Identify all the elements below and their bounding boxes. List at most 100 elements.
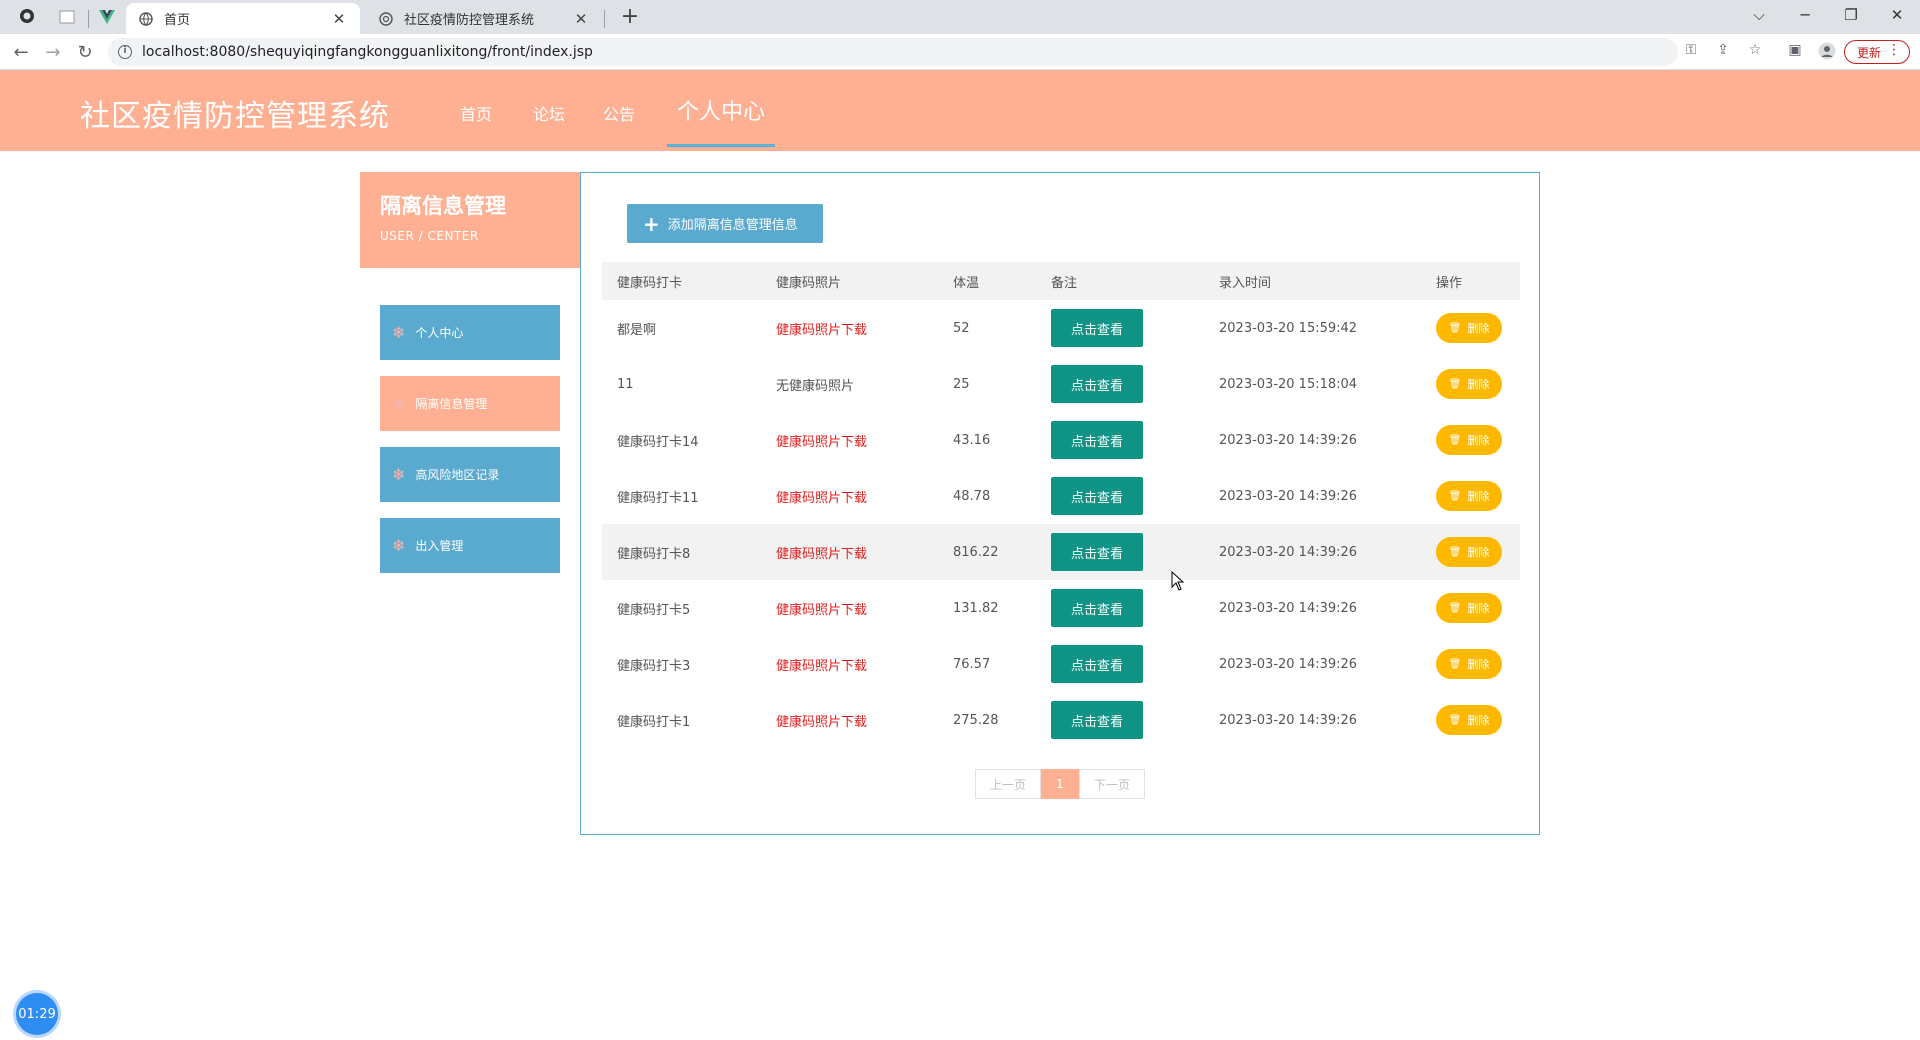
- action-cell: 🗑 删除: [1421, 468, 1520, 524]
- reload-icon[interactable]: ↻: [72, 40, 98, 66]
- delete-label: 删除: [1467, 658, 1490, 671]
- health-checkin-cell: 健康码打卡3: [617, 658, 691, 674]
- tab-home[interactable]: 首页 ✕: [126, 3, 360, 34]
- side-panel-icon[interactable]: ▣: [1784, 42, 1806, 62]
- trash-icon: 🗑: [1448, 602, 1462, 614]
- isolation-table: 健康码打卡 健康码照片 体温 备注 录入时间 操作 都是啊 健康码照片下载 52 点击…: [602, 262, 1520, 748]
- action-cell: 🗑 删除: [1421, 636, 1520, 692]
- view-button[interactable]: 点击查看: [1051, 477, 1143, 515]
- health-checkin-cell: 11: [617, 376, 634, 392]
- trash-icon: 🗑: [1448, 658, 1462, 670]
- action-cell: 🗑 删除: [1421, 412, 1520, 468]
- delete-button[interactable]: 🗑 删除: [1436, 705, 1502, 735]
- sidebar-item-access[interactable]: ❄ 出入管理: [380, 518, 560, 573]
- photo-download-link[interactable]: 健康码照片下载: [761, 300, 938, 356]
- delete-button[interactable]: 🗑 删除: [1436, 425, 1502, 455]
- pinned-tab-vue[interactable]: [90, 5, 124, 31]
- column-header: 体温: [953, 275, 980, 291]
- photo-download-link[interactable]: 健康码照片下载: [761, 412, 938, 468]
- health-checkin-cell: 都是啊: [617, 322, 657, 338]
- view-button[interactable]: 点击查看: [1051, 701, 1143, 739]
- trash-icon: 🗑: [1448, 378, 1462, 390]
- view-button[interactable]: 点击查看: [1051, 533, 1143, 571]
- delete-button[interactable]: 🗑 删除: [1436, 593, 1502, 623]
- vue-icon: [99, 9, 115, 28]
- nav-forum[interactable]: 论坛: [533, 101, 565, 125]
- snowflake-icon: ❄: [392, 323, 406, 342]
- sidebar-heading: 隔离信息管理: [380, 194, 506, 218]
- add-isolation-button[interactable]: + 添加隔离信息管理信息: [627, 204, 823, 243]
- sidebar-item-personal-center[interactable]: ❄ 个人中心: [380, 305, 560, 360]
- update-button[interactable]: 更新 ⋮: [1844, 40, 1910, 64]
- table-row: 健康码打卡8 健康码照片下载 816.22 点击查看 2023-03-20 14:39:…: [602, 524, 1520, 580]
- tab-system[interactable]: 社区疫情防控管理系统 ✕: [366, 3, 602, 34]
- temperature-cell: 275.28: [953, 712, 999, 728]
- entry-time-cell: 2023-03-20 14:39:26: [1219, 656, 1358, 672]
- sidebar-item-label: 高风险地区记录: [415, 468, 500, 482]
- tab-search-icon[interactable]: ⌵: [1736, 0, 1782, 30]
- entry-time-cell: 2023-03-20 14:39:26: [1219, 488, 1358, 504]
- next-page-button[interactable]: 下一页: [1079, 769, 1145, 799]
- delete-label: 删除: [1467, 714, 1490, 727]
- view-button[interactable]: 点击查看: [1051, 645, 1143, 683]
- nav-personal-center[interactable]: 个人中心: [677, 94, 765, 126]
- column-header: 录入时间: [1219, 275, 1272, 291]
- star-icon[interactable]: ☆: [1744, 42, 1766, 62]
- trash-icon: 🗑: [1448, 322, 1462, 334]
- delete-button[interactable]: 🗑 删除: [1436, 313, 1502, 343]
- temperature-cell: 816.22: [953, 544, 999, 560]
- close-tab-icon[interactable]: ✕: [572, 10, 590, 28]
- more-menu-icon[interactable]: ⋮: [1887, 42, 1901, 58]
- photo-download-link[interactable]: 健康码照片下载: [761, 524, 938, 580]
- view-button[interactable]: 点击查看: [1051, 589, 1143, 627]
- pagination: 上一页 1 下一页: [975, 769, 1145, 799]
- content-panel: + 添加隔离信息管理信息 健康码打卡 健康码照片 体温 备注 录入时间 操作 都…: [580, 172, 1540, 835]
- delete-button[interactable]: 🗑 删除: [1436, 369, 1502, 399]
- timer-badge[interactable]: 01:29: [16, 993, 58, 1035]
- delete-label: 删除: [1467, 490, 1490, 503]
- sidebar-item-isolation[interactable]: ❄ 隔离信息管理: [380, 376, 560, 431]
- profile-icon[interactable]: [1816, 42, 1838, 62]
- minimize-icon[interactable]: ─: [1782, 0, 1828, 30]
- close-tab-icon[interactable]: ✕: [330, 10, 348, 28]
- update-label: 更新: [1857, 45, 1882, 60]
- new-tab-icon[interactable]: +: [616, 5, 644, 29]
- key-icon[interactable]: ⚿: [1680, 42, 1702, 62]
- remark-cell: 点击查看: [1036, 468, 1204, 524]
- view-button[interactable]: 点击查看: [1051, 421, 1143, 459]
- view-button[interactable]: 点击查看: [1051, 365, 1143, 403]
- delete-label: 删除: [1467, 434, 1490, 447]
- address-bar: ← → ↻ i localhost:8080/shequyiqingfangko…: [0, 34, 1920, 70]
- photo-download-link[interactable]: 健康码照片下载: [761, 580, 938, 636]
- pinned-tab-page[interactable]: [50, 5, 84, 31]
- pinned-tab-github[interactable]: [10, 5, 44, 31]
- delete-button[interactable]: 🗑 删除: [1436, 537, 1502, 567]
- mouse-cursor-icon: [1171, 571, 1185, 591]
- nav-active-indicator: [667, 144, 775, 147]
- trash-icon: 🗑: [1448, 490, 1462, 502]
- page-icon: [59, 9, 75, 28]
- view-button[interactable]: 点击查看: [1051, 309, 1143, 347]
- page-number-button[interactable]: 1: [1041, 769, 1079, 799]
- nav-notice[interactable]: 公告: [603, 101, 635, 125]
- share-icon[interactable]: ⇪: [1712, 42, 1734, 62]
- tab-title: 社区疫情防控管理系统: [404, 13, 535, 28]
- photo-download-link[interactable]: 健康码照片下载: [761, 692, 938, 748]
- nav-home[interactable]: 首页: [460, 101, 492, 125]
- photo-download-link[interactable]: 健康码照片下载: [761, 468, 938, 524]
- delete-label: 删除: [1467, 378, 1490, 391]
- url-field[interactable]: i localhost:8080/shequyiqingfangkongguan…: [108, 38, 1678, 66]
- close-window-icon[interactable]: ✕: [1874, 0, 1920, 30]
- site-info-icon[interactable]: i: [118, 45, 132, 59]
- table-row: 健康码打卡11 健康码照片下载 48.78 点击查看 2023-03-20 14:39:…: [602, 468, 1520, 524]
- prev-page-button[interactable]: 上一页: [975, 769, 1041, 799]
- delete-button[interactable]: 🗑 删除: [1436, 481, 1502, 511]
- tab-title: 首页: [164, 13, 191, 28]
- sidebar-item-high-risk[interactable]: ❄ 高风险地区记录: [380, 447, 560, 502]
- delete-button[interactable]: 🗑 删除: [1436, 649, 1502, 679]
- back-icon[interactable]: ←: [8, 40, 34, 66]
- restore-icon[interactable]: ❐: [1828, 0, 1874, 30]
- forward-icon[interactable]: →: [40, 40, 66, 66]
- url-text: localhost:8080/shequyiqingfangkongguanli…: [142, 44, 593, 60]
- photo-download-link[interactable]: 健康码照片下载: [761, 636, 938, 692]
